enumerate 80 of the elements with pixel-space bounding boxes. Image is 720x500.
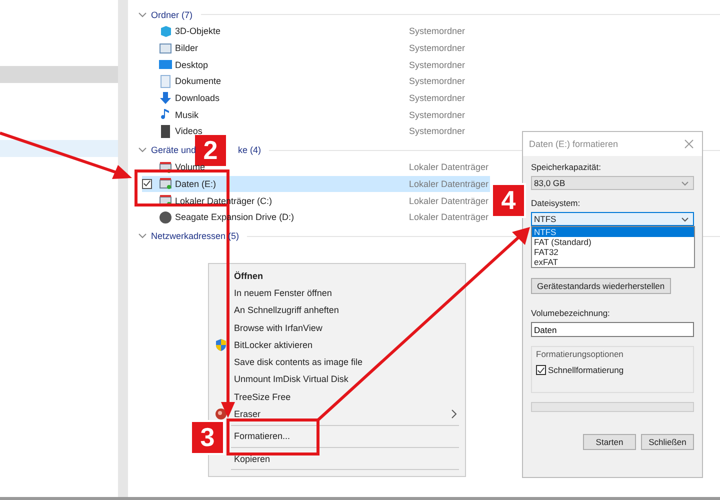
dialog-button[interactable]: Schließen (641, 434, 694, 450)
menu-item[interactable]: Öffnen (231, 270, 266, 282)
menu-item[interactable]: Browse with IrfanView (231, 322, 326, 334)
download-arrow-icon (159, 92, 172, 105)
file-row[interactable]: Bilder Systemordner (142, 40, 490, 56)
dropdown-option[interactable]: FAT32 (532, 247, 694, 257)
menu-item[interactable]: Save disk contents as image file (231, 356, 366, 368)
file-name: Daten (E:) (175, 178, 218, 189)
dropdown-option[interactable]: FAT (Standard) (532, 237, 694, 247)
volume-label-field[interactable]: Daten (531, 322, 694, 337)
music-note-icon (159, 108, 172, 122)
dialog-button[interactable]: Starten (583, 434, 636, 450)
menu-item[interactable]: An Schnellzugriff anheften (231, 304, 342, 316)
step-marker: 3 (190, 420, 225, 455)
nav-item[interactable] (0, 140, 118, 157)
file-type: Systemordner (409, 26, 466, 36)
file-type: Lokaler Datenträger (409, 196, 489, 206)
menu-item[interactable]: TreeSize Free (231, 390, 294, 403)
checkbox-label: Schnellformatierung (548, 365, 624, 375)
menu-item[interactable]: BitLocker aktivieren (231, 338, 316, 351)
dropdown-option[interactable]: exFAT (532, 257, 694, 267)
checkbox[interactable] (536, 365, 546, 375)
document-icon (159, 74, 172, 88)
group-header[interactable]: Ordner (7) (151, 10, 193, 20)
file-name: Bilder (175, 43, 200, 54)
capacity-dropdown[interactable]: 83,0 GB (531, 176, 694, 190)
file-name: 3D-Objekte (175, 26, 222, 36)
close-icon[interactable] (684, 139, 694, 149)
file-row[interactable]: Dokumente Systemordner (142, 73, 490, 90)
file-name: Videos (175, 126, 204, 136)
file-type: Systemordner (409, 93, 466, 104)
menu-item[interactable]: Formatieren... (231, 430, 294, 442)
filesystem-dropdown[interactable]: NTFS (531, 212, 694, 226)
group-label: Formatierungsoptionen (536, 349, 624, 359)
group-header[interactable]: ke (4) (238, 145, 262, 156)
checkbox[interactable] (142, 178, 152, 189)
file-row[interactable]: Desktop Systemordner (142, 56, 490, 74)
file-type: Systemordner (409, 126, 466, 136)
chevron-down-icon[interactable] (681, 180, 689, 186)
file-row[interactable]: Musik Systemordner (142, 106, 490, 124)
chevron-icon[interactable] (138, 147, 147, 154)
file-row[interactable]: Videos Systemordner (142, 123, 490, 140)
field-label: Dateisystem: (531, 198, 582, 210)
file-type: Lokaler Datenträger (409, 162, 489, 172)
cube-icon (159, 24, 172, 38)
chevron-icon[interactable] (138, 12, 147, 18)
step-marker: 4 (491, 183, 526, 218)
file-name: Dokumente (175, 76, 222, 86)
scroll-bar[interactable] (118, 0, 128, 497)
field-label: Speicherkapazität: (531, 162, 602, 174)
menu-item[interactable]: Eraser (231, 408, 264, 420)
window-title: Daten (E:) formatieren (529, 139, 618, 149)
file-type: Systemordner (409, 110, 466, 120)
chevron-icon[interactable] (138, 233, 147, 240)
file-type: Systemordner (409, 60, 466, 70)
file-name: Downloads (175, 93, 221, 104)
menu-item[interactable]: Kopieren (231, 452, 274, 465)
monitor-icon (159, 58, 172, 72)
disk-icon (159, 210, 172, 224)
shield-icon (215, 339, 227, 352)
file-row[interactable]: Daten (E:) Lokaler Datenträger (142, 176, 490, 192)
restore-defaults-button[interactable]: Gerätestandards wiederherstellen (531, 278, 671, 294)
field-label: Volumebezeichnung: (531, 308, 611, 320)
file-name: Desktop (175, 60, 210, 70)
chevron-right-icon[interactable] (451, 409, 457, 420)
menu-item[interactable]: In neuem Fenster öffnen (231, 286, 335, 299)
file-type: Lokaler Datenträger (409, 178, 489, 189)
picture-frame-icon (159, 42, 172, 55)
chevron-down-icon[interactable] (681, 216, 689, 222)
film-icon (159, 124, 172, 138)
file-row[interactable]: 3D-Objekte Systemordner (142, 23, 490, 40)
file-type: Systemordner (409, 76, 466, 86)
dropdown-option[interactable]: NTFS (532, 227, 694, 237)
file-type: Systemordner (409, 43, 466, 54)
file-row[interactable]: Downloads Systemordner (142, 90, 490, 106)
menu-item[interactable]: Unmount ImDisk Virtual Disk (231, 373, 352, 386)
drive-icon (159, 177, 172, 190)
file-name: Musik (175, 110, 200, 120)
eraser-icon (215, 408, 227, 420)
file-type: Lokaler Datenträger (409, 212, 489, 222)
